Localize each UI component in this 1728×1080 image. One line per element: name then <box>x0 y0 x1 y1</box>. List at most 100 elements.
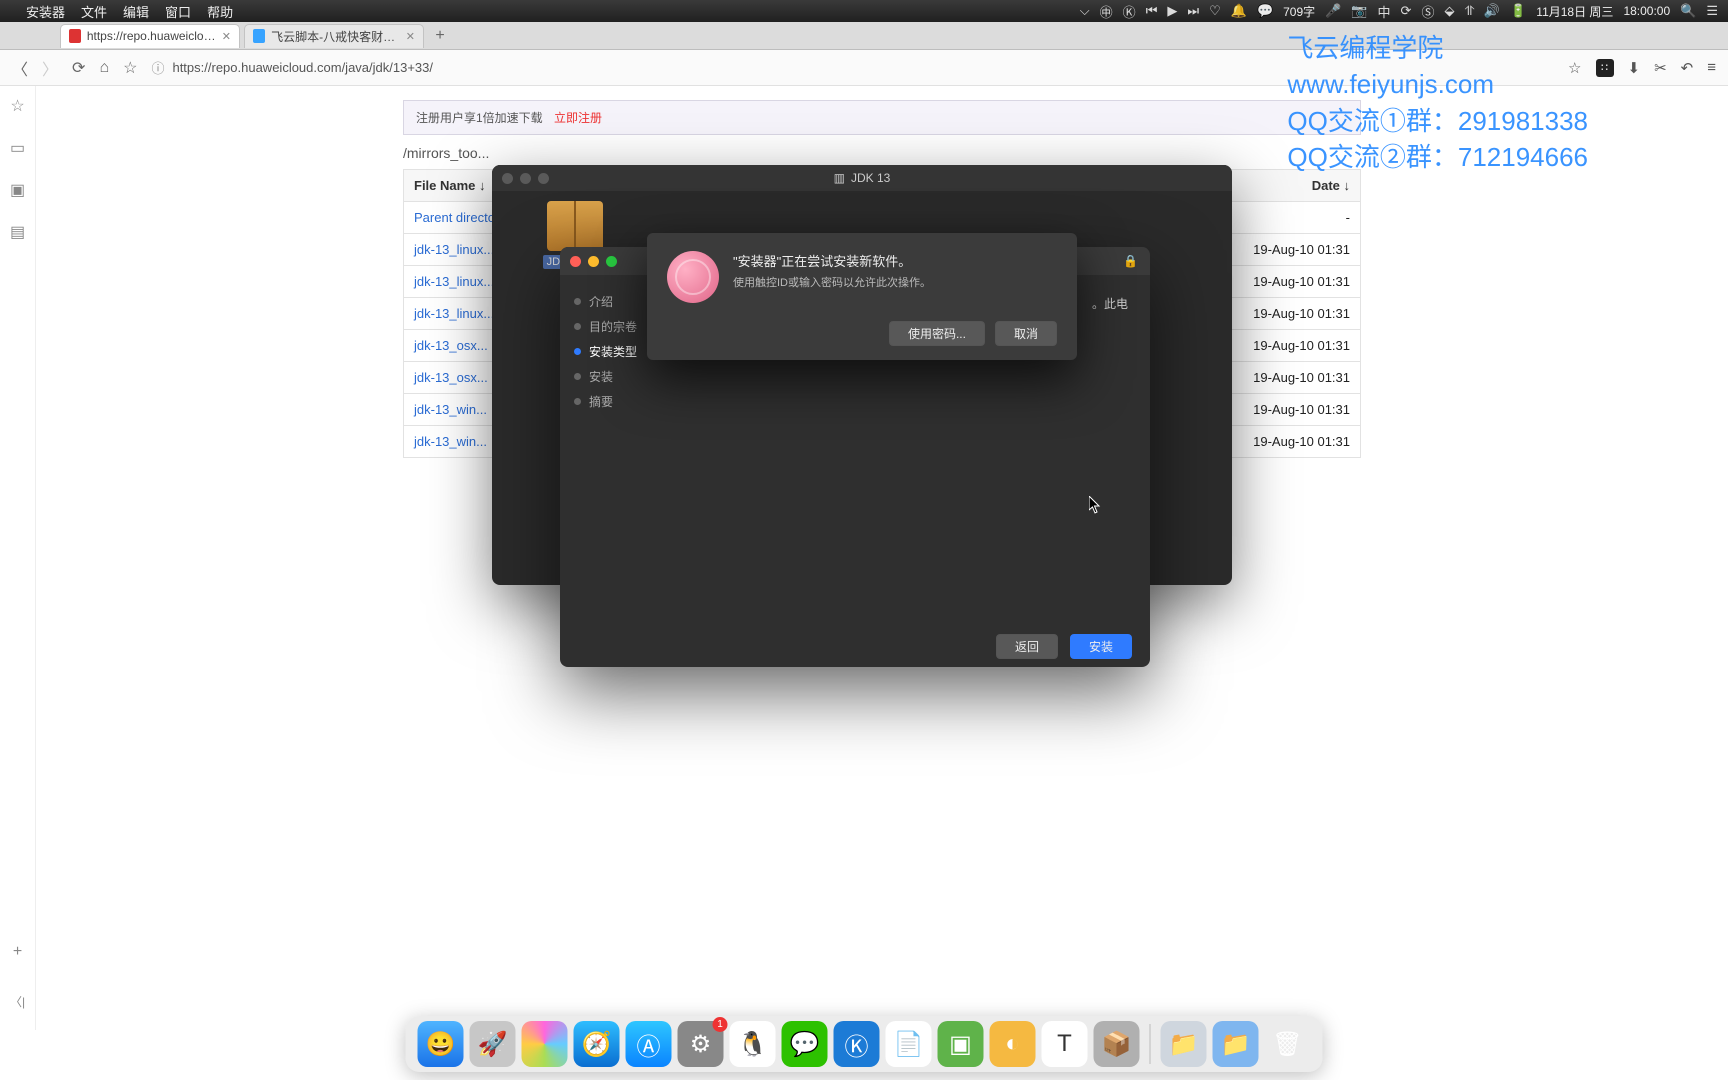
forward-button[interactable]: 〉 <box>42 56 58 80</box>
add-panel-button[interactable]: + <box>13 943 22 961</box>
cancel-button[interactable]: 取消 <box>995 321 1057 346</box>
tab-feiyun[interactable]: 飞云脚本-八戒快客财神汇月 ✕ <box>244 24 424 48</box>
lock-icon[interactable]: 🔒 <box>1123 254 1138 268</box>
collapse-sidebar-button[interactable]: 〈| <box>10 993 25 1010</box>
wechat-menulet-icon[interactable]: ⌵ <box>1080 3 1090 19</box>
close-icon[interactable]: ✕ <box>406 30 415 43</box>
file-link[interactable]: jdk-13_osx... <box>414 338 488 353</box>
installer-footer: 返回 安装 <box>560 625 1150 667</box>
traffic-lights[interactable] <box>570 256 617 267</box>
menu-icon[interactable]: ≡ <box>1707 59 1716 76</box>
step-label: 目的宗卷 <box>589 318 637 335</box>
dock-kugou[interactable]: Ⓚ <box>834 1021 880 1067</box>
battery-icon[interactable]: 🔋 <box>1510 3 1526 19</box>
use-password-button[interactable]: 使用密码... <box>889 321 985 346</box>
dock-finder[interactable]: 😀 <box>418 1021 464 1067</box>
register-link[interactable]: 立即注册 <box>554 111 602 125</box>
volume-icon[interactable]: 🔊 <box>1484 3 1500 19</box>
url-text: https://repo.huaweicloud.com/java/jdk/13… <box>172 60 433 75</box>
step-dot-icon <box>574 348 581 355</box>
star-button[interactable]: ☆ <box>123 58 137 78</box>
dock-camtasia[interactable]: ▣ <box>938 1021 984 1067</box>
step-dot-icon <box>574 373 581 380</box>
file-link[interactable]: jdk-13_osx... <box>414 370 488 385</box>
input-menulet-icon[interactable]: ㊥ <box>1100 2 1113 21</box>
dock-notes[interactable]: 📄 <box>886 1021 932 1067</box>
dock-launchpad[interactable]: 🚀 <box>470 1021 516 1067</box>
menubar-item-edit[interactable]: 编辑 <box>123 2 149 21</box>
dock-safari[interactable]: 🧭 <box>574 1021 620 1067</box>
file-link[interactable]: jdk-13_linux... <box>414 242 494 257</box>
package-icon <box>547 201 603 251</box>
dock-wechat[interactable]: 💬 <box>782 1021 828 1067</box>
dock-settings[interactable]: ⚙ <box>678 1021 724 1067</box>
file-link[interactable]: jdk-13_win... <box>414 402 487 417</box>
menubar-item-file[interactable]: 文件 <box>81 2 107 21</box>
extension-icon[interactable]: ∷ <box>1596 59 1614 77</box>
favicon-icon <box>253 29 265 43</box>
mouse-cursor-icon <box>1089 496 1101 514</box>
step-dot-icon <box>574 323 581 330</box>
step-dot-icon <box>574 398 581 405</box>
dock-folder2[interactable]: 📁 <box>1213 1021 1259 1067</box>
dock-appstore[interactable]: Ⓐ <box>626 1021 672 1067</box>
menubar-item-help[interactable]: 帮助 <box>207 2 233 21</box>
dmg-titlebar[interactable]: ▥JDK 13 <box>492 165 1232 191</box>
sync-icon[interactable]: ⟳ <box>1401 3 1412 19</box>
file-link[interactable]: jdk-13_win... <box>414 434 487 449</box>
s-icon[interactable]: Ⓢ <box>1421 2 1434 21</box>
reload-button[interactable]: ⟳ <box>72 58 85 78</box>
favorites-icon[interactable]: ☆ <box>10 96 24 116</box>
download-icon[interactable]: ⬇ <box>1628 59 1641 77</box>
heart-icon[interactable]: ♡ <box>1209 3 1221 19</box>
url-bar[interactable]: ⓘ https://repo.huaweicloud.com/java/jdk/… <box>151 58 1554 77</box>
reading-icon[interactable]: ▭ <box>10 138 25 158</box>
chat-icon[interactable]: 💬 <box>1257 3 1273 19</box>
dock-qq[interactable]: 🐧 <box>730 1021 776 1067</box>
tab-huaweicloud[interactable]: https://repo.huaweicloud.con ✕ <box>60 24 240 48</box>
file-link[interactable]: jdk-13_linux... <box>414 306 494 321</box>
scissors-icon[interactable]: ✂ <box>1654 59 1667 77</box>
dock-browser[interactable] <box>522 1021 568 1067</box>
lang-icon[interactable]: 中 <box>1378 2 1391 21</box>
bluetooth-icon[interactable]: ⬙ <box>1444 3 1454 19</box>
bookmark-icon[interactable]: ☆ <box>1568 59 1581 77</box>
history-icon[interactable]: ▣ <box>10 180 25 200</box>
dock-potplayer[interactable]: ◐ <box>990 1021 1036 1067</box>
dock-textedit[interactable]: T <box>1042 1021 1088 1067</box>
menubar-item-window[interactable]: 窗口 <box>165 2 191 21</box>
dock-trash[interactable]: 🗑 <box>1265 1021 1311 1067</box>
auth-dialog: "安装器"正在尝试安装新软件。 使用触控ID或输入密码以允许此次操作。 使用密码… <box>647 233 1077 360</box>
browser-sidebar: ☆ ▭ ▣ ▤ + 〈| <box>0 86 36 1030</box>
dock: 😀 🚀 🧭 Ⓐ ⚙ 🐧 💬 Ⓚ 📄 ▣ ◐ T 📦 📁 📁 🗑 <box>406 1016 1323 1072</box>
menubar-app[interactable]: 安装器 <box>26 2 65 21</box>
file-link[interactable]: jdk-13_linux... <box>414 274 494 289</box>
back-button[interactable]: 返回 <box>996 634 1058 659</box>
dock-folder1[interactable]: 📁 <box>1161 1021 1207 1067</box>
video-icon[interactable]: 📷 <box>1351 3 1367 19</box>
mic-icon[interactable]: 🎤 <box>1325 3 1341 19</box>
next-track-icon[interactable]: ⏭ <box>1187 3 1199 19</box>
bell-icon[interactable]: 🔔 <box>1231 3 1247 19</box>
undo-icon[interactable]: ↶ <box>1681 59 1694 77</box>
traffic-lights[interactable] <box>502 173 549 184</box>
downloads-icon[interactable]: ▤ <box>10 222 25 242</box>
home-button[interactable]: ⌂ <box>99 59 109 77</box>
kugou-menulet-icon[interactable]: Ⓚ <box>1123 2 1136 21</box>
dmg-title: JDK 13 <box>851 171 890 185</box>
install-button[interactable]: 安装 <box>1070 634 1132 659</box>
auth-subtitle: 使用触控ID或输入密码以允许此次操作。 <box>733 274 931 290</box>
dock-installer[interactable]: 📦 <box>1094 1021 1140 1067</box>
close-icon[interactable]: ✕ <box>222 30 231 43</box>
prev-track-icon[interactable]: ⏮ <box>1146 3 1158 19</box>
menubar-time[interactable]: 18:00:00 <box>1623 4 1670 18</box>
menubar-date[interactable]: 11月18日 周三 <box>1536 3 1613 20</box>
control-center-icon[interactable]: ☰ <box>1706 3 1718 19</box>
word-count: 709字 <box>1283 3 1315 20</box>
play-icon[interactable]: ▶ <box>1167 3 1177 19</box>
spotlight-icon[interactable]: 🔍 <box>1680 3 1696 19</box>
back-button[interactable]: 〈 <box>12 56 28 80</box>
touchid-icon <box>667 251 719 303</box>
new-tab-button[interactable]: + <box>428 27 452 45</box>
wifi-icon[interactable]: ⥣ <box>1464 3 1473 19</box>
